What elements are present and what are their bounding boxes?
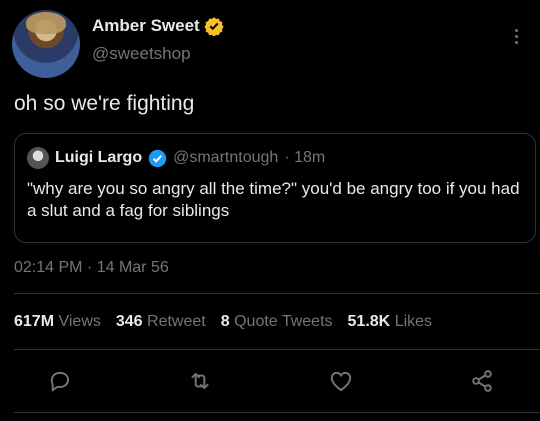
retweets-stat[interactable]: 346 Retweet [116, 313, 206, 331]
divider [14, 293, 540, 294]
retweets-label: Retweet [147, 313, 206, 330]
quotes-stat[interactable]: 8 Quote Tweets [221, 313, 333, 331]
tweet-header: Amber Sweet @sweetshop [12, 10, 528, 80]
retweet-icon[interactable] [187, 368, 213, 394]
quoted-author-handle: @smartntough [173, 149, 279, 166]
quoted-author-name: Luigi Largo [55, 149, 143, 166]
likes-label: Likes [394, 313, 433, 330]
tweet-timestamp[interactable]: 02:14 PM · 14 Mar 56 [14, 259, 169, 277]
views-count: 617M [14, 313, 55, 330]
quoted-author-avatar [27, 147, 49, 169]
author-display-name[interactable]: Amber Sweet [92, 16, 224, 36]
author-info: Amber Sweet @sweetshop [92, 16, 224, 64]
divider [14, 412, 540, 413]
quoted-tweet-time: · 18m [284, 149, 326, 166]
quoted-tweet-text: "why are you so angry all the time?" you… [27, 179, 520, 220]
likes-count: 51.8K [347, 313, 391, 330]
quotes-label: Quote Tweets [234, 313, 333, 330]
tweet-stats: 617M Views 346 Retweet 8 Quote Tweets 51… [14, 313, 432, 331]
author-name-text: Amber Sweet [92, 16, 200, 35]
quoted-tweet[interactable]: Luigi Largo @smartntough · 18m "why are … [14, 133, 536, 243]
share-icon[interactable] [469, 368, 495, 394]
author-avatar[interactable] [12, 10, 80, 78]
views-label: Views [58, 313, 101, 330]
retweets-count: 346 [115, 313, 143, 330]
quotes-count: 8 [220, 313, 230, 330]
likes-stat[interactable]: 51.8K Likes [348, 313, 433, 331]
divider [14, 349, 540, 350]
verified-badge-icon [204, 16, 224, 36]
author-handle[interactable]: @sweetshop [92, 44, 224, 64]
quoted-tweet-header: Luigi Largo @smartntough · 18m [27, 147, 325, 169]
reply-icon[interactable] [47, 368, 73, 394]
like-icon[interactable] [328, 368, 354, 394]
views-stat[interactable]: 617M Views [14, 313, 101, 331]
more-options-icon[interactable] [506, 24, 526, 48]
tweet-text: oh so we're fighting [14, 92, 195, 115]
quoted-verified-badge-icon [148, 149, 167, 168]
action-bar [0, 368, 540, 396]
